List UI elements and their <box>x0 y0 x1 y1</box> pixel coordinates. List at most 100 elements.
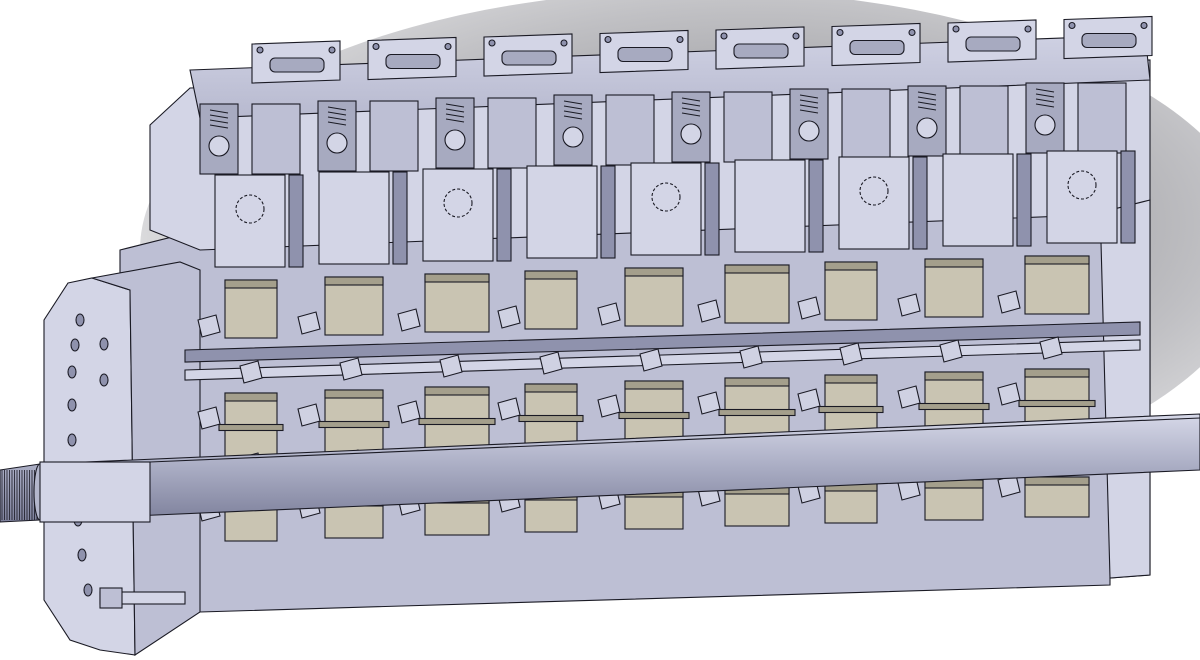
gear-face <box>624 267 684 327</box>
port-bolt-hole <box>604 35 612 44</box>
partition-wall <box>704 162 720 256</box>
partition-wall <box>808 159 824 253</box>
detent-ball <box>680 123 702 145</box>
cad-viewport <box>0 0 1200 660</box>
gear-face <box>924 258 984 318</box>
port-bolt-hole <box>836 28 844 37</box>
port-bolt-hole <box>1068 21 1076 30</box>
port-slot <box>385 53 441 70</box>
gear-teeth-band <box>524 383 578 393</box>
detent-ball <box>916 117 938 139</box>
gear-face <box>1024 255 1090 315</box>
shift-rail-housing <box>942 153 1014 247</box>
flange-bolt-hole <box>70 338 80 352</box>
port-slot <box>1081 32 1137 49</box>
port-slot <box>617 46 673 63</box>
gear-face <box>524 270 578 330</box>
manifold-rib <box>1077 82 1127 154</box>
port-slot <box>501 50 557 66</box>
flange-bolt-hole <box>83 583 93 597</box>
port-bolt-hole <box>488 39 496 47</box>
gear-teeth-band <box>524 270 578 280</box>
flange-bolt-hole <box>99 337 109 351</box>
port-bolt-hole <box>676 35 684 44</box>
gear-teeth-band <box>224 392 278 402</box>
port-bolt-hole <box>908 28 916 37</box>
synchro-ring <box>618 411 690 420</box>
gear-teeth-band <box>824 374 878 384</box>
detent-ball <box>208 135 230 157</box>
gear-face <box>224 279 278 339</box>
manifold-rib <box>841 88 891 160</box>
synchro-ring <box>918 402 990 411</box>
shift-rail-housing <box>1046 150 1118 244</box>
shift-rail-housing <box>630 162 702 256</box>
port-bolt-hole <box>1024 25 1032 33</box>
gear-face <box>424 273 490 333</box>
partition-wall <box>392 171 408 265</box>
flange-bolt-hole <box>67 398 77 412</box>
partition-wall <box>912 156 928 250</box>
manifold-rib <box>487 97 537 169</box>
port-bolt-hole <box>560 39 568 47</box>
flange-bolt-hole <box>77 548 87 562</box>
manifold-rib <box>959 85 1009 157</box>
port-bolt-hole <box>952 25 960 33</box>
detent-ball <box>562 126 584 148</box>
gear-teeth-band <box>924 371 984 381</box>
partition-wall <box>600 165 616 259</box>
port-slot <box>733 43 789 59</box>
partition-wall <box>1016 153 1032 247</box>
gear-face <box>824 261 878 321</box>
port-bolt-hole <box>1140 21 1148 30</box>
synchro-ring <box>218 423 284 432</box>
port-bolt-hole <box>792 32 800 40</box>
flange-bolt-hole <box>99 373 109 387</box>
gearbox-section-view <box>0 0 1200 660</box>
synchro-ring <box>518 414 584 423</box>
gear-teeth-band <box>924 258 984 268</box>
manifold-rib <box>251 103 301 175</box>
gear-teeth-band <box>324 389 384 399</box>
synchro-ring <box>1018 399 1096 408</box>
shift-rail-housing <box>734 159 806 253</box>
gear-teeth-band <box>624 267 684 277</box>
detent-ball <box>326 132 348 154</box>
gear-teeth-band <box>624 380 684 390</box>
synchro-ring <box>818 405 884 414</box>
detent-ball <box>444 129 466 151</box>
port-bolt-hole <box>256 46 264 54</box>
port-slot <box>965 36 1021 52</box>
shift-rail-housing <box>526 165 598 259</box>
detent-ball <box>798 120 820 142</box>
detent-ball <box>1034 114 1056 136</box>
manifold-rib <box>723 91 773 163</box>
manifold-rib <box>369 100 419 172</box>
alignment-pin-head <box>99 587 123 609</box>
port-bolt-hole <box>444 42 452 51</box>
gear-teeth-band <box>1024 255 1090 265</box>
flange-bolt-hole <box>67 365 77 379</box>
manifold-rib <box>605 94 655 166</box>
port-slot <box>269 57 325 73</box>
port-bolt-hole <box>328 46 336 54</box>
port-bolt-hole <box>372 42 380 51</box>
synchro-ring <box>318 420 390 429</box>
partition-wall <box>288 174 304 268</box>
gear-teeth-band <box>424 386 490 396</box>
gear-teeth-band <box>824 261 878 271</box>
flange-bolt-hole <box>67 433 77 447</box>
gear-face <box>724 264 790 324</box>
synchro-ring <box>718 408 796 417</box>
port-slot <box>849 39 905 56</box>
gear-teeth-band <box>424 273 490 283</box>
shift-rail-housing <box>838 156 910 250</box>
gear-teeth-band <box>724 377 790 387</box>
gear-face <box>324 276 384 336</box>
shift-rail-housing <box>318 171 390 265</box>
flange-bolt-hole <box>75 313 85 327</box>
synchro-ring <box>418 417 496 426</box>
shift-rail-housing <box>422 168 494 262</box>
gear-teeth-band <box>724 264 790 274</box>
gear-teeth-band <box>1024 476 1090 486</box>
